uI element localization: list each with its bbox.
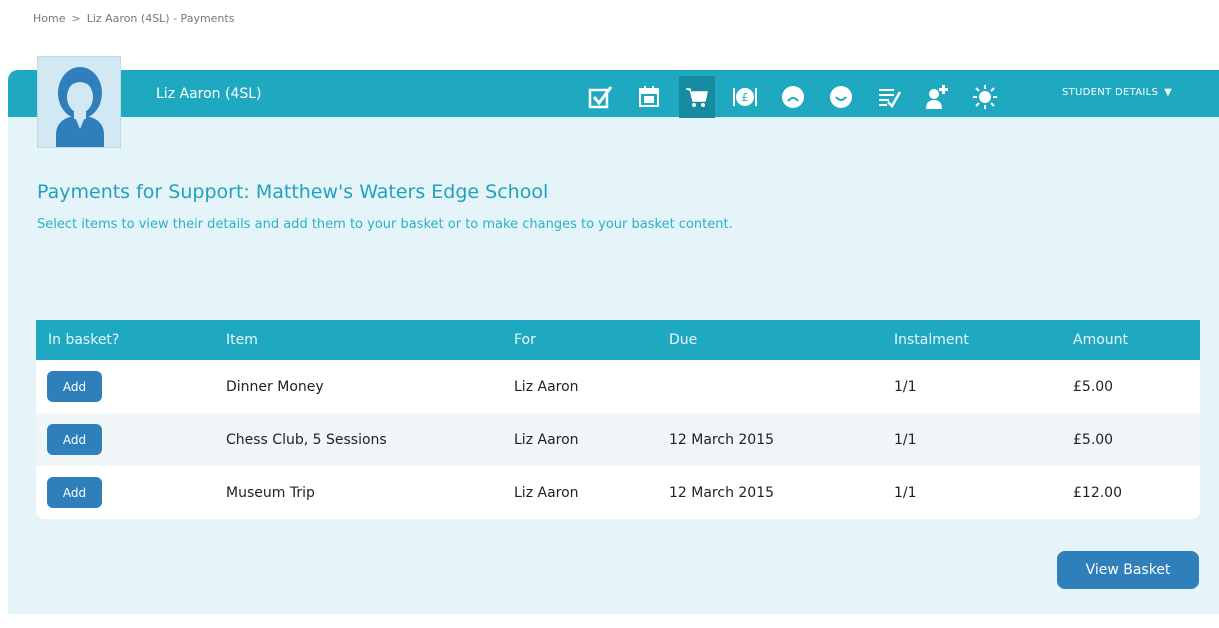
- item-cell: Museum Trip: [226, 484, 315, 501]
- student-details-label: STUDENT DETAILS: [1062, 87, 1159, 98]
- instalment-cell: 1/1: [894, 378, 917, 395]
- page-subtitle: Select items to view their details and a…: [37, 217, 733, 232]
- table-row: Add Museum Trip Liz Aaron 12 March 2015 …: [36, 466, 1200, 519]
- smiley-icon[interactable]: [823, 79, 859, 115]
- payments-table: In basket? Item For Due Instalment Amoun…: [36, 320, 1200, 519]
- add-button[interactable]: Add: [47, 477, 102, 508]
- instalment-cell: 1/1: [894, 484, 917, 501]
- due-cell: 12 March 2015: [669, 431, 775, 448]
- calendar-icon[interactable]: [631, 79, 667, 115]
- table-row: Add Dinner Money Liz Aaron 1/1 £5.00: [36, 360, 1200, 413]
- for-cell: Liz Aaron: [514, 378, 579, 395]
- due-cell: 12 March 2015: [669, 484, 775, 501]
- add-button[interactable]: Add: [47, 424, 102, 455]
- sad-face-icon[interactable]: [775, 79, 811, 115]
- breadcrumb-separator: >: [71, 12, 81, 25]
- header-for: For: [514, 332, 536, 348]
- item-cell: Chess Club, 5 Sessions: [226, 431, 387, 448]
- header-item: Item: [226, 332, 258, 348]
- page-title: Payments for Support: Matthew's Waters E…: [37, 181, 549, 203]
- dinner-money-icon[interactable]: £: [727, 79, 763, 115]
- header-due: Due: [669, 332, 698, 348]
- item-cell: Dinner Money: [226, 378, 324, 395]
- student-menu-icons: £: [583, 76, 1015, 118]
- sun-icon[interactable]: [967, 79, 1003, 115]
- breadcrumb: Home > Liz Aaron (4SL) - Payments: [33, 12, 234, 25]
- amount-cell: £5.00: [1073, 431, 1114, 448]
- header-in-basket: In basket?: [48, 332, 120, 348]
- amount-cell: £12.00: [1073, 484, 1122, 501]
- student-details-menu[interactable]: STUDENT DETAILS ▼: [1062, 87, 1172, 98]
- for-cell: Liz Aaron: [514, 484, 579, 501]
- chevron-down-icon: ▼: [1164, 87, 1173, 98]
- for-cell: Liz Aaron: [514, 431, 579, 448]
- view-basket-button[interactable]: View Basket: [1057, 551, 1199, 589]
- student-name: Liz Aaron (4SL): [156, 86, 262, 102]
- medical-person-icon[interactable]: [919, 79, 955, 115]
- header-instalment: Instalment: [894, 332, 969, 348]
- avatar: [37, 56, 121, 148]
- header-amount: Amount: [1073, 332, 1129, 348]
- amount-cell: £5.00: [1073, 378, 1114, 395]
- cart-icon[interactable]: [679, 76, 715, 118]
- instalment-cell: 1/1: [894, 431, 917, 448]
- table-row: Add Chess Club, 5 Sessions Liz Aaron 12 …: [36, 413, 1200, 466]
- breadcrumb-current: Liz Aaron (4SL) - Payments: [86, 12, 235, 25]
- svg-text:£: £: [742, 91, 749, 104]
- check-icon[interactable]: [583, 79, 619, 115]
- report-icon[interactable]: [871, 79, 907, 115]
- add-button[interactable]: Add: [47, 371, 102, 402]
- student-avatar-icon: [56, 67, 104, 147]
- breadcrumb-home[interactable]: Home: [33, 12, 65, 25]
- table-header: In basket? Item For Due Instalment Amoun…: [36, 320, 1200, 360]
